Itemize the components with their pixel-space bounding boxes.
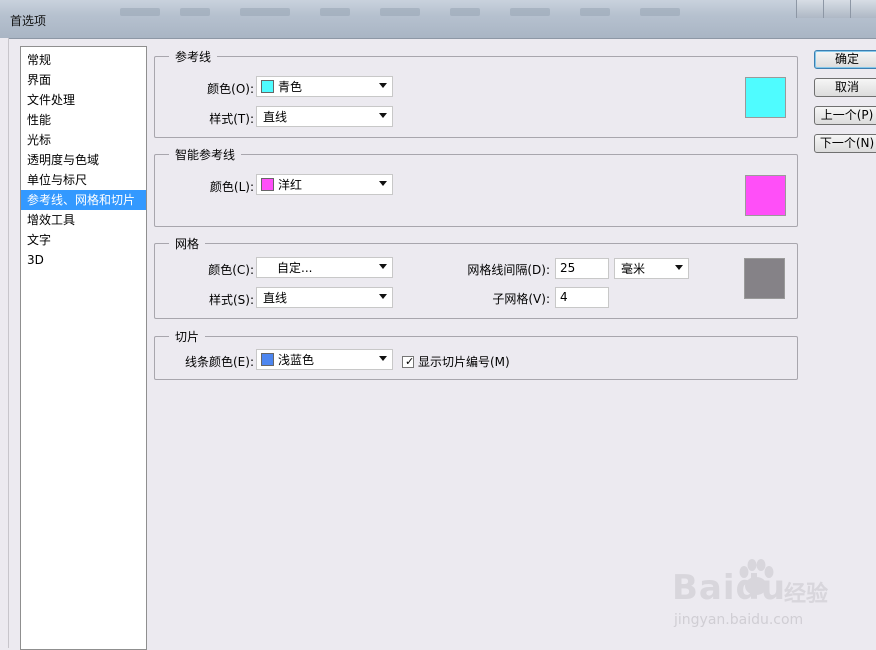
- maximize-button[interactable]: [823, 0, 850, 18]
- guides-color-label: 颜色(O):: [207, 82, 254, 96]
- paw-icon: [739, 559, 774, 595]
- checkmark-icon: ✓: [405, 354, 415, 368]
- category-list[interactable]: 常规 界面 文件处理 性能 光标 透明度与色域 单位与标尺 参考线、网格和切片 …: [20, 46, 147, 650]
- chevron-down-icon: [379, 356, 387, 361]
- blurred-background-text: [580, 8, 610, 16]
- grid-spacing-label: 网格线间隔(D):: [467, 263, 550, 277]
- blurred-background-text: [640, 8, 680, 16]
- grid-subdivisions-input[interactable]: 4: [555, 287, 609, 308]
- grid-style-value: 直线: [263, 291, 288, 305]
- watermark-url: jingyan.baidu.com: [674, 612, 804, 628]
- sidebar-item-units-rulers[interactable]: 单位与标尺: [21, 170, 146, 190]
- slices-line-color-label: 线条颜色(E):: [185, 355, 254, 369]
- guides-color-value: 青色: [278, 80, 303, 94]
- window-title: 首选项: [10, 14, 47, 28]
- sidebar-item-plugins[interactable]: 增效工具: [21, 210, 146, 230]
- chevron-down-icon: [675, 265, 683, 270]
- blurred-background-text: [240, 8, 290, 16]
- smart-guides-color-label: 颜色(L):: [209, 180, 254, 194]
- grid-color-label: 颜色(C):: [208, 263, 254, 277]
- smart-guides-color-select[interactable]: 洋红: [256, 174, 393, 195]
- grid-color-select[interactable]: 自定...: [256, 257, 393, 278]
- guides-style-value: 直线: [263, 110, 288, 124]
- color-swatch: [261, 353, 274, 366]
- ok-button[interactable]: 确定: [814, 50, 876, 69]
- color-swatch: [261, 80, 274, 93]
- blurred-background-text: [320, 8, 350, 16]
- grid-spacing-input[interactable]: 25: [555, 258, 609, 279]
- title-bar: 首选项: [0, 0, 876, 39]
- grid-color-value: 自定...: [277, 261, 313, 275]
- grid-style-select[interactable]: 直线: [256, 287, 393, 308]
- baidu-watermark: Baidu 经验 jingyan.baidu.com: [672, 556, 872, 648]
- chevron-down-icon: [379, 264, 387, 269]
- show-slice-numbers[interactable]: ✓ 显示切片编号(M): [402, 353, 510, 370]
- slices-line-color-select[interactable]: 浅蓝色: [256, 349, 393, 370]
- smart-guides-legend: 智能参考线: [175, 148, 236, 162]
- chevron-down-icon: [379, 181, 387, 186]
- slices-line-color-value: 浅蓝色: [278, 353, 315, 367]
- sidebar-item-interface[interactable]: 界面: [21, 70, 146, 90]
- guides-color-select[interactable]: 青色: [256, 76, 393, 97]
- show-slice-numbers-checkbox[interactable]: ✓: [402, 354, 415, 368]
- color-swatch: [261, 178, 274, 191]
- grid-unit-value: 毫米: [621, 262, 646, 276]
- guides-color-preview[interactable]: [745, 77, 786, 118]
- blurred-background-text: [120, 8, 160, 16]
- sidebar-item-transparency-gamut[interactable]: 透明度与色域: [21, 150, 146, 170]
- blurred-background-text: [510, 8, 550, 16]
- smart-guides-color-preview[interactable]: [745, 175, 786, 216]
- chevron-down-icon: [379, 113, 387, 118]
- grid-unit-select[interactable]: 毫米: [614, 258, 689, 279]
- grid-legend: 网格: [175, 237, 200, 251]
- sidebar-item-general[interactable]: 常规: [21, 50, 146, 70]
- grid-subdivisions-label: 子网格(V):: [492, 292, 550, 306]
- smart-guides-color-value: 洋红: [278, 178, 303, 192]
- chevron-down-icon: [379, 294, 387, 299]
- minimize-button[interactable]: [796, 0, 823, 18]
- sidebar-item-performance[interactable]: 性能: [21, 110, 146, 130]
- sidebar-item-file-handling[interactable]: 文件处理: [21, 90, 146, 110]
- grid-color-preview[interactable]: [744, 258, 785, 299]
- slices-legend: 切片: [175, 330, 200, 344]
- blurred-background-text: [180, 8, 210, 16]
- blurred-background-text: [450, 8, 480, 16]
- sidebar-item-type[interactable]: 文字: [21, 230, 146, 250]
- guides-legend: 参考线: [175, 50, 212, 64]
- show-slice-numbers-label: 显示切片编号(M): [418, 355, 510, 369]
- window-left-edge: [0, 38, 9, 648]
- next-button[interactable]: 下一个(N): [814, 134, 876, 153]
- close-button[interactable]: [850, 0, 876, 18]
- chevron-down-icon: [379, 83, 387, 88]
- guides-style-select[interactable]: 直线: [256, 106, 393, 127]
- sidebar-item-cursors[interactable]: 光标: [21, 130, 146, 150]
- cancel-button[interactable]: 取消: [814, 78, 876, 97]
- previous-button[interactable]: 上一个(P): [814, 106, 876, 125]
- watermark-cn: 经验: [784, 582, 829, 607]
- sidebar-item-3d[interactable]: 3D: [21, 250, 146, 270]
- sidebar-item-guides-grid-slices[interactable]: 参考线、网格和切片: [21, 190, 146, 210]
- blurred-background-text: [380, 8, 420, 16]
- guides-style-label: 样式(T):: [209, 112, 254, 126]
- grid-style-label: 样式(S):: [208, 293, 254, 307]
